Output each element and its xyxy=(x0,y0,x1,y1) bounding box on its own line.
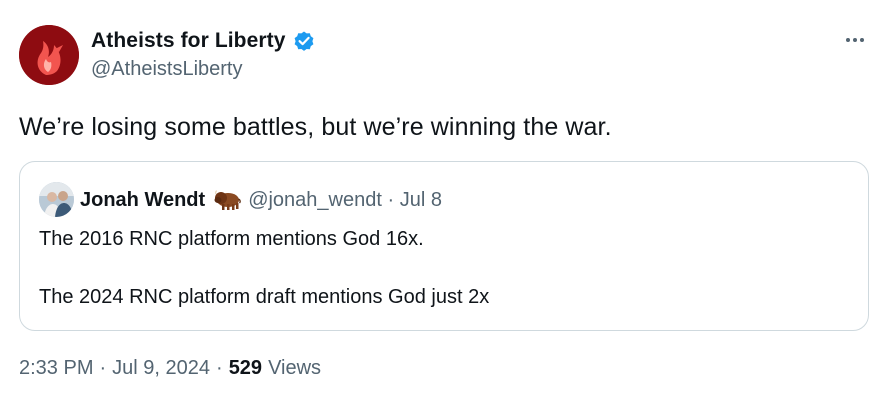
tweet-card: Atheists for Liberty @AtheistsLiberty We… xyxy=(0,0,890,406)
flame-eagle-logo-icon xyxy=(19,25,79,85)
verified-badge-icon xyxy=(292,29,316,53)
quoted-tweet[interactable]: Jonah Wendt @jonah_wendt · Jul 8 The 201… xyxy=(19,161,869,331)
more-options-icon[interactable] xyxy=(838,30,872,50)
views-count: 529 xyxy=(228,357,263,379)
author-display-name[interactable]: Atheists for Liberty xyxy=(91,29,286,53)
quoted-header: Jonah Wendt @jonah_wendt · Jul 8 xyxy=(80,186,442,214)
author-handle[interactable]: @AtheistsLiberty xyxy=(91,58,316,81)
tweet-date[interactable]: Jul 9, 2024 xyxy=(112,357,210,380)
tweet-time[interactable]: 2:33 PM xyxy=(19,357,93,380)
author-header: Atheists for Liberty @AtheistsLiberty xyxy=(91,26,316,81)
tweet-text: We’re losing some battles, but we’re win… xyxy=(19,113,612,141)
footer-separator: · xyxy=(99,357,107,379)
tweet-footer: 2:33 PM · Jul 9, 2024 · 529 Views xyxy=(19,357,321,380)
bison-emoji-icon xyxy=(213,189,241,211)
quoted-avatar-photo-icon xyxy=(39,182,74,217)
quoted-text-line-1: The 2016 RNC platform mentions God 16x. xyxy=(39,228,424,250)
quoted-author-avatar[interactable] xyxy=(39,182,74,217)
quoted-handle-date[interactable]: @jonah_wendt · Jul 8 xyxy=(248,189,442,212)
quoted-display-name[interactable]: Jonah Wendt xyxy=(80,189,205,212)
author-avatar[interactable] xyxy=(19,25,79,85)
views-label: Views xyxy=(268,357,322,379)
quoted-text-line-2: The 2024 RNC platform draft mentions God… xyxy=(39,286,490,308)
footer-separator: · xyxy=(216,357,223,379)
